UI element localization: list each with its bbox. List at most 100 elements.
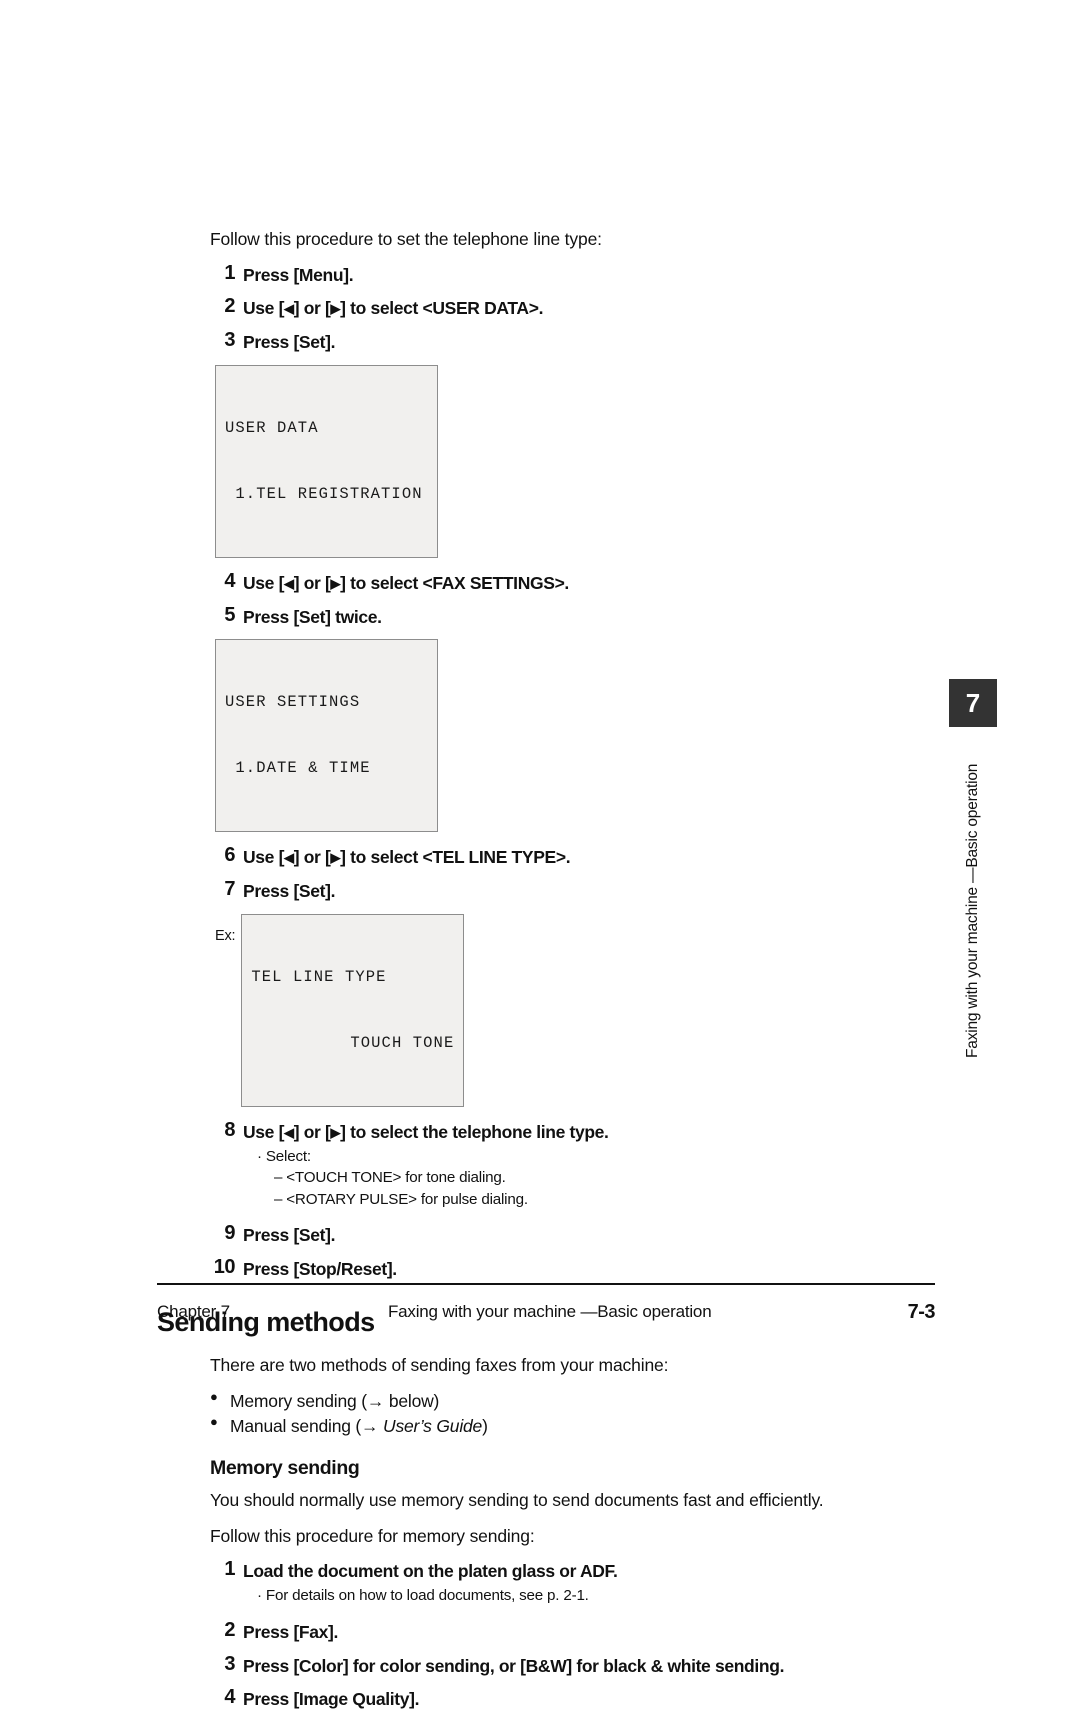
arrow-right-icon: ▶ (330, 850, 341, 866)
lcd-display-tel-line-type-wrap: Ex: TEL LINE TYPE TOUCH TONE (215, 913, 937, 1107)
bullet-icon: ● (210, 1414, 218, 1430)
tel-line-type-steps-continued-2: 6 Use [◀] or [▶] to select <TEL LINE TYP… (157, 844, 937, 903)
footer-center-label: Faxing with your machine —Basic operatio… (387, 1302, 712, 1321)
arrow-right-icon: ▶ (330, 301, 341, 317)
lcd-display-tel-line-type: TEL LINE TYPE TOUCH TONE (241, 913, 465, 1107)
lcd-line-2: 1.DATE & TIME (225, 759, 371, 778)
step-text: Press [Menu]. (243, 264, 354, 285)
tel-line-type-steps: 1 Press [Menu]. 2 Use [◀] or [▶] to sele… (157, 261, 937, 354)
step-text: Press [Set] twice. (243, 606, 382, 627)
step-1: 1 Press [Menu]. (157, 261, 937, 287)
step-8-notes: · Select: – <TOUCH TONE> for tone dialin… (257, 1146, 937, 1211)
step-4: 4 Use [◀] or [▶] to select <FAX SETTINGS… (157, 569, 937, 595)
step-text: Press [Set]. (243, 1225, 336, 1246)
tel-line-type-steps-continued-1: 4 Use [◀] or [▶] to select <FAX SETTINGS… (157, 569, 937, 629)
step-text-pre: Use [ (243, 847, 285, 868)
step-number: 4 (224, 1686, 235, 1709)
lcd-line-1: USER DATA (225, 418, 319, 437)
step-text-post: ] to select <USER DATA>. (340, 298, 544, 319)
memory-sending-intro: You should normally use memory sending t… (210, 1490, 824, 1511)
step-number: 3 (224, 1652, 235, 1675)
footer-page-number: 7-3 (907, 1300, 936, 1323)
memory-step-4: 4 Press [Image Quality]. (157, 1686, 937, 1711)
step-10: 10 Press [Stop/Reset]. (157, 1256, 937, 1281)
tel-line-type-steps-continued-3: 8 Use [◀] or [▶] to select the telephone… (157, 1118, 937, 1281)
arrow-right-icon: ▶ (330, 1124, 341, 1140)
step-9: 9 Press [Set]. (157, 1222, 937, 1247)
step-text: Use [◀] or [▶] to select <TEL LINE TYPE>… (243, 846, 937, 869)
note-text: · For details on how to load documents, … (257, 1587, 589, 1605)
step-number: 7 (224, 878, 235, 901)
lcd-display-user-data: USER DATA 1.TEL REGISTRATION (215, 364, 438, 558)
subsection-heading-memory-sending: Memory sending (210, 1457, 360, 1480)
lcd-display-user-settings-wrap: USER SETTINGS 1.DATE & TIME (215, 639, 937, 833)
step-number: 2 (224, 1618, 235, 1641)
step-number: 5 (224, 603, 235, 626)
step-number: 8 (224, 1118, 235, 1141)
lcd-display-user-data-wrap: USER DATA 1.TEL REGISTRATION (215, 364, 937, 558)
step-text-pre: Use [ (243, 572, 285, 593)
step-6: 6 Use [◀] or [▶] to select <TEL LINE TYP… (157, 844, 937, 869)
footer-chapter-label: Chapter 7 (157, 1302, 230, 1321)
step-number: 1 (224, 261, 235, 284)
step-text-mid: ] or [ (293, 572, 331, 593)
step-number: 6 (224, 844, 235, 867)
step-number: 9 (224, 1222, 235, 1245)
select-option-rotary-pulse: – <ROTARY PULSE> for pulse dialing. (274, 1190, 528, 1208)
step-text-post: ] to select <TEL LINE TYPE>. (340, 847, 571, 868)
manual-page: Follow this procedure to set the telepho… (0, 0, 1080, 1709)
step-number: 4 (224, 569, 235, 592)
step-number: 2 (224, 295, 235, 318)
step-text: Press [Color] for color sending, or [B&W… (243, 1655, 785, 1676)
step-text-pre: Use [ (243, 298, 285, 319)
memory-sending-procedure-intro: Follow this procedure for memory sending… (210, 1525, 535, 1546)
arrow-left-icon: ◀ (284, 301, 294, 317)
lcd-example-label: Ex: (215, 927, 236, 944)
footer-divider (157, 1283, 935, 1286)
page-content: Follow this procedure to set the telepho… (157, 228, 937, 1722)
chapter-tab-number: 7 (949, 679, 997, 727)
bullet-icon: ● (210, 1389, 218, 1405)
step-text: Press [Set]. (243, 881, 336, 902)
step-text: Use [◀] or [▶] to select <FAX SETTINGS>. (243, 572, 937, 595)
step-text: Use [◀] or [▶] to select <USER DATA>. (243, 297, 937, 320)
list-item-memory-sending: ● Memory sending (→ below) (210, 1389, 937, 1414)
memory-step-2: 2 Press [Fax]. (157, 1618, 937, 1644)
step-text-pre: Use [ (243, 1121, 285, 1142)
step-text: Use [◀] or [▶] to select the telephone l… (243, 1121, 937, 1144)
arrow-left-icon: ◀ (284, 850, 294, 866)
step-3: 3 Press [Set]. (157, 329, 937, 354)
step-text: Press [Fax]. (243, 1621, 339, 1642)
step-7: 7 Press [Set]. (157, 878, 937, 903)
step-text-mid: ] or [ (293, 1121, 331, 1142)
step-text-post: ] to select the telephone line type. (340, 1121, 609, 1142)
arrow-left-icon: ◀ (284, 1124, 294, 1140)
select-option-touch-tone: – <TOUCH TONE> for tone dialing. (274, 1169, 506, 1187)
arrow-right-icon: ▶ (330, 575, 341, 591)
list-item-label-reference: User’s Guide (383, 1416, 483, 1437)
list-item-label: Memory sending (→ below) (230, 1391, 440, 1412)
step-number: 10 (213, 1256, 236, 1279)
step-text-post: ] to select <FAX SETTINGS>. (340, 572, 569, 593)
chapter-tab: 7 Faxing with your machine —Basic operat… (949, 679, 997, 1058)
step-number: 1 (224, 1558, 235, 1581)
step-text: Press [Image Quality]. (243, 1689, 420, 1710)
step-text: Press [Stop/Reset]. (243, 1259, 397, 1280)
memory-step-3: 3 Press [Color] for color sending, or [B… (157, 1652, 937, 1678)
memory-step-1-note: · For details on how to load documents, … (257, 1585, 937, 1607)
procedure-intro-paragraph: Follow this procedure to set the telepho… (210, 229, 602, 249)
step-text: Load the document on the platen glass or… (243, 1561, 618, 1582)
list-item-manual-sending: ● Manual sending (→ User’s Guide) (210, 1414, 937, 1439)
step-5: 5 Press [Set] twice. (157, 603, 937, 629)
sending-methods-intro: There are two methods of sending faxes f… (210, 1354, 669, 1375)
chapter-tab-vertical-label: Faxing with your machine —Basic operatio… (964, 763, 981, 1058)
step-8: 8 Use [◀] or [▶] to select the telephone… (157, 1118, 937, 1211)
sending-methods-list: ● Memory sending (→ below) ● Manual send… (210, 1389, 937, 1439)
lcd-line-2: 1.TEL REGISTRATION (225, 484, 423, 503)
step-number: 3 (224, 329, 235, 352)
lcd-display-user-settings: USER SETTINGS 1.DATE & TIME (215, 639, 438, 833)
step-text-mid: ] or [ (293, 298, 331, 319)
lcd-line-1: USER SETTINGS (225, 693, 361, 712)
page-footer: Chapter 7 Faxing with your machine —Basi… (157, 1295, 936, 1329)
arrow-left-icon: ◀ (284, 575, 294, 591)
